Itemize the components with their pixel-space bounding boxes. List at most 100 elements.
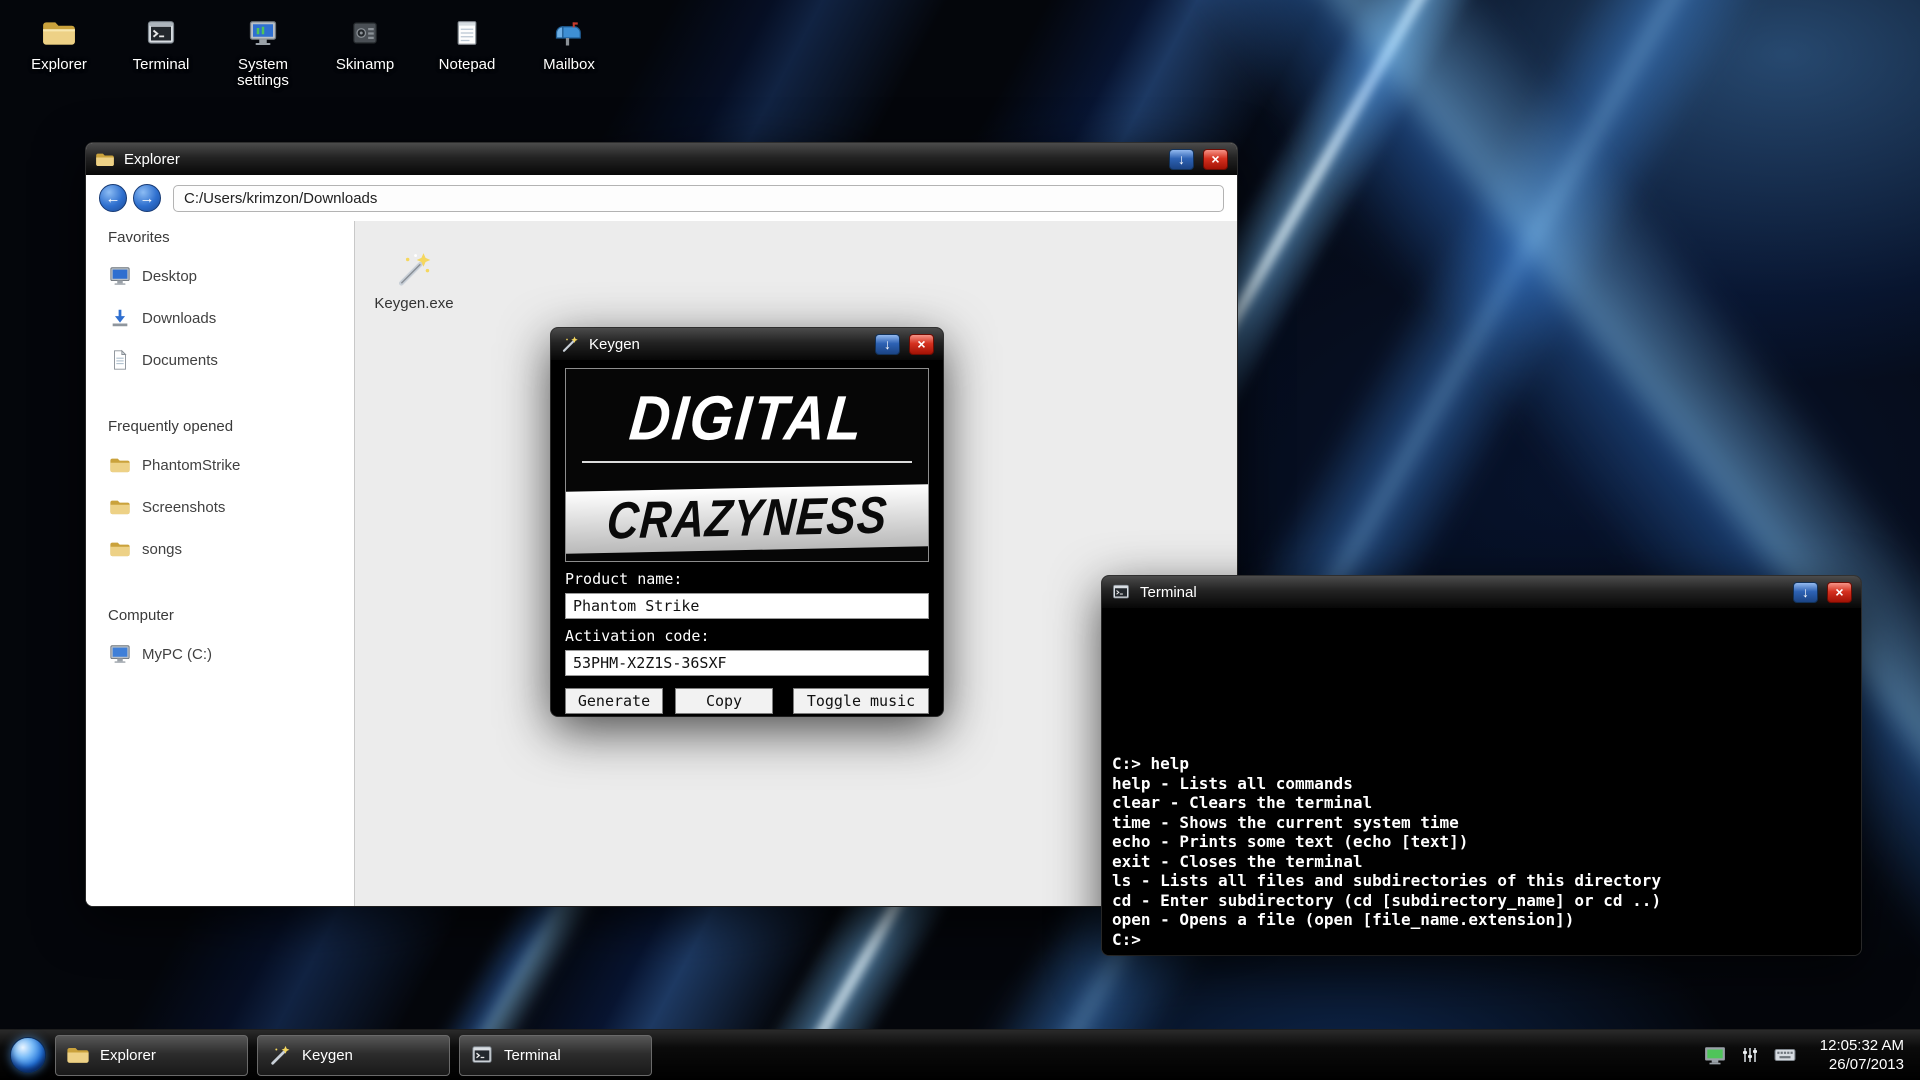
sidebar-item-downloads[interactable]: Downloads (108, 297, 354, 339)
minimize-button[interactable]: ↓ (1793, 582, 1818, 603)
activation-code-label: Activation code: (565, 627, 929, 646)
taskbar-task-explorer[interactable]: Explorer (55, 1035, 248, 1076)
desktop-icon-system-settings[interactable]: System settings (212, 14, 314, 89)
sidebar-item-mypc[interactable]: MyPC (C:) (108, 633, 354, 675)
sidebar-section-header: Favorites (108, 227, 354, 247)
folder-icon (108, 454, 131, 477)
sidebar-item-desktop[interactable]: Desktop (108, 255, 354, 297)
sidebar-item-label: Desktop (142, 268, 197, 285)
terminal-window: Terminal ↓ × C:> help help - Lists all c… (1102, 576, 1861, 955)
desktop-icon-explorer[interactable]: Explorer (8, 14, 110, 89)
desktop-icon-label: System settings (212, 57, 314, 89)
desktop-icon-label: Skinamp (336, 57, 394, 73)
keygen-logo: DIGITAL CRAZYNESS (565, 368, 929, 562)
desktop-icon-label: Terminal (133, 57, 190, 73)
terminal-icon (470, 1043, 494, 1067)
desktop-icon-skinamp[interactable]: Skinamp (314, 14, 416, 89)
terminal-output-line: clear - Clears the terminal (1112, 793, 1661, 813)
sidebar-item-songs[interactable]: songs (108, 528, 354, 570)
desktop-icon-label: Mailbox (543, 57, 595, 73)
volume-mixer-tray-icon[interactable] (1739, 1044, 1761, 1066)
sidebar-item-documents[interactable]: Documents (108, 339, 354, 381)
explorer-titlebar[interactable]: Explorer ↓ × (86, 143, 1237, 175)
terminal-output: C:> help help - Lists all commands clear… (1112, 754, 1661, 949)
terminal-output-line: exit - Closes the terminal (1112, 852, 1661, 872)
close-button[interactable]: × (1203, 149, 1228, 170)
sidebar-item-phantomstrike[interactable]: PhantomStrike (108, 444, 354, 486)
download-arrow-icon (108, 307, 131, 330)
music-player-icon (344, 14, 386, 52)
keygen-buttons: Generate Copy Toggle music (565, 688, 929, 714)
start-button[interactable] (10, 1037, 46, 1073)
sidebar-item-label: songs (142, 541, 182, 558)
activation-code-input[interactable] (565, 650, 929, 676)
file-keygen-exe[interactable]: Keygen.exe (363, 249, 465, 312)
back-button[interactable]: ← (99, 184, 127, 212)
terminal-output-line: open - Opens a file (open [file_name.ext… (1112, 910, 1661, 930)
notepad-icon (446, 14, 488, 52)
desktop-icon-label: Explorer (31, 57, 87, 73)
task-label: Terminal (504, 1047, 561, 1064)
window-title: Explorer (124, 151, 180, 168)
desktop-icon-label: Notepad (439, 57, 496, 73)
sidebar-section-frequently-opened: Frequently opened PhantomStrike Screensh… (108, 416, 354, 570)
sidebar-section-computer: Computer MyPC (C:) (108, 605, 354, 675)
clock-time: 12:05:32 AM (1820, 1036, 1904, 1055)
sidebar-item-screenshots[interactable]: Screenshots (108, 486, 354, 528)
task-label: Keygen (302, 1047, 353, 1064)
taskbar-task-keygen[interactable]: Keygen (257, 1035, 450, 1076)
mailbox-icon (548, 14, 590, 52)
file-label: Keygen.exe (363, 295, 465, 312)
sidebar-item-label: Downloads (142, 310, 216, 327)
terminal-output-line: echo - Prints some text (echo [text]) (1112, 832, 1661, 852)
toggle-music-button[interactable]: Toggle music (793, 688, 929, 714)
folder-icon (38, 14, 80, 52)
terminal-output-line: help - Lists all commands (1112, 774, 1661, 794)
sidebar-item-label: Documents (142, 352, 218, 369)
terminal-output-line: C:> help (1112, 754, 1661, 774)
keyboard-tray-icon[interactable] (1774, 1044, 1796, 1066)
logo-text-crazyness: CRAZYNESS (605, 487, 889, 552)
sidebar-section-header: Computer (108, 605, 354, 625)
terminal-prompt-line: C:> (1112, 930, 1661, 950)
magic-wand-icon (560, 334, 580, 354)
taskbar-clock[interactable]: 12:05:32 AM 26/07/2013 (1820, 1036, 1904, 1074)
keygen-titlebar[interactable]: Keygen ↓ × (551, 328, 943, 360)
desktop-icon-notepad[interactable]: Notepad (416, 14, 518, 89)
product-name-input[interactable] (565, 593, 929, 619)
explorer-sidebar: Favorites Desktop Downloads (86, 221, 354, 906)
terminal-output-line: time - Shows the current system time (1112, 813, 1661, 833)
taskbar-task-terminal[interactable]: Terminal (459, 1035, 652, 1076)
terminal-output-line: cd - Enter subdirectory (cd [subdirector… (1112, 891, 1661, 911)
sidebar-item-label: Screenshots (142, 499, 225, 516)
keygen-content: DIGITAL CRAZYNESS Product name: Activati… (551, 360, 943, 716)
display-tray-icon[interactable] (1704, 1044, 1726, 1066)
copy-button[interactable]: Copy (675, 688, 773, 714)
terminal-content[interactable]: C:> help help - Lists all commands clear… (1102, 608, 1861, 955)
clock-date: 26/07/2013 (1820, 1055, 1904, 1074)
desktop-icon-mailbox[interactable]: Mailbox (518, 14, 620, 89)
close-button[interactable]: × (1827, 582, 1852, 603)
terminal-output-line: ls - Lists all files and subdirectories … (1112, 871, 1661, 891)
computer-icon (108, 643, 131, 666)
terminal-icon (140, 14, 182, 52)
address-bar-input[interactable] (173, 185, 1224, 212)
desktop-icon-terminal[interactable]: Terminal (110, 14, 212, 89)
monitor-icon (108, 265, 131, 288)
logo-text-digital: DIGITAL (565, 381, 929, 454)
generate-button[interactable]: Generate (565, 688, 663, 714)
magic-wand-icon (392, 249, 436, 289)
window-title: Terminal (1140, 584, 1197, 601)
terminal-titlebar[interactable]: Terminal ↓ × (1102, 576, 1861, 608)
logo-underline (582, 461, 912, 463)
minimize-button[interactable]: ↓ (875, 334, 900, 355)
sidebar-section-favorites: Favorites Desktop Downloads (108, 227, 354, 381)
minimize-button[interactable]: ↓ (1169, 149, 1194, 170)
taskbar: Explorer Keygen Terminal (0, 1029, 1920, 1080)
close-button[interactable]: × (909, 334, 934, 355)
product-name-label: Product name: (565, 570, 929, 589)
document-icon (108, 349, 131, 372)
desktop-icons: Explorer Terminal System settings Skinam… (8, 14, 620, 89)
forward-button[interactable]: → (133, 184, 161, 212)
folder-icon (95, 149, 115, 169)
